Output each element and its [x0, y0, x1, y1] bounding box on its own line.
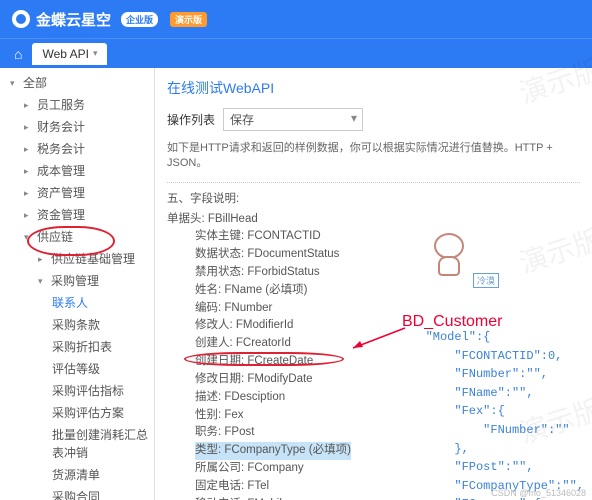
divider [167, 182, 580, 183]
tree-purchase-child[interactable]: 批量创建消耗汇总表冲销 [0, 424, 154, 464]
operation-row: 操作列表 保存 [167, 108, 580, 131]
tree-group[interactable]: ▸资产管理 [0, 182, 154, 204]
tab-label: Web API [42, 47, 88, 61]
tree-root[interactable]: ▾全部 [0, 72, 154, 94]
tree-supply-basic[interactable]: ▸供应链基础管理 [0, 248, 154, 270]
mode-badge: 演示版 [170, 12, 207, 27]
tree-contact-selected[interactable]: 联系人 [0, 292, 154, 314]
tree-purchase-child[interactable]: 采购评估指标 [0, 380, 154, 402]
op-label: 操作列表 [167, 111, 215, 128]
tree-purchase-child[interactable]: 货源清单 [0, 464, 154, 486]
chevron-down-icon: ▾ [93, 48, 98, 59]
content-panel: 在线测试WebAPI 操作列表 保存 如下是HTTP请求和返回的样例数据，你可以… [155, 68, 592, 500]
field-line: 禁用状态: FForbidStatus [167, 264, 580, 282]
sub-header: ⌂ Web API ▾ [0, 38, 592, 68]
brand-icon [12, 10, 30, 28]
tree-group[interactable]: ▸税务会计 [0, 138, 154, 160]
content-title: 在线测试WebAPI [167, 78, 580, 98]
mascot-image [425, 233, 473, 289]
tree-group[interactable]: ▸成本管理 [0, 160, 154, 182]
tree-purchase[interactable]: ▾采购管理 [0, 270, 154, 292]
tree-purchase-child[interactable]: 采购合同 [0, 486, 154, 500]
header-row: 单据头: FBillHead [167, 211, 580, 229]
edition-badge: 企业版 [121, 12, 158, 27]
operation-select[interactable]: 保存 [223, 108, 363, 131]
field-line: 编码: FNumber [167, 300, 580, 318]
description-text: 如下是HTTP请求和返回的样例数据，你可以根据实际情况进行值替换。HTTP + … [167, 141, 580, 172]
main-area: ▾全部 ▸员工服务▸财务会计▸税务会计▸成本管理▸资产管理▸资金管理 ▾供应链 … [0, 68, 592, 500]
home-icon[interactable]: ⌂ [14, 46, 22, 62]
tree-purchase-child[interactable]: 采购评估方案 [0, 402, 154, 424]
tree-group[interactable]: ▸员工服务 [0, 94, 154, 116]
sidebar-tree[interactable]: ▾全部 ▸员工服务▸财务会计▸税务会计▸成本管理▸资产管理▸资金管理 ▾供应链 … [0, 68, 155, 500]
field-line: 姓名: FName (必填项) [167, 282, 580, 300]
brand-text: 金蝶云星空 [36, 9, 111, 30]
tree-purchase-child[interactable]: 评估等级 [0, 358, 154, 380]
footer-credit: CSDN @mo_51346028 [491, 488, 586, 498]
tree-purchase-child[interactable]: 采购折扣表 [0, 336, 154, 358]
field-line: 实体主键: FCONTACTID [167, 228, 580, 246]
tab-webapi[interactable]: Web API ▾ [32, 43, 107, 65]
app-header: 金蝶云星空 企业版 演示版 [0, 0, 592, 38]
mascot-label: 冷漠 [473, 273, 499, 288]
field-line: 数据状态: FDocumentStatus [167, 246, 580, 264]
brand-area: 金蝶云星空 企业版 演示版 [12, 9, 207, 30]
tree-group[interactable]: ▸财务会计 [0, 116, 154, 138]
tree-supply[interactable]: ▾供应链 [0, 226, 154, 248]
tree-group[interactable]: ▸资金管理 [0, 204, 154, 226]
json-sample-overlay: "Model":{ "FCONTACTID":0, "FNumber":"", … [426, 328, 584, 500]
tree-purchase-child[interactable]: 采购条款 [0, 314, 154, 336]
section-header: 五、字段说明: [167, 191, 580, 209]
